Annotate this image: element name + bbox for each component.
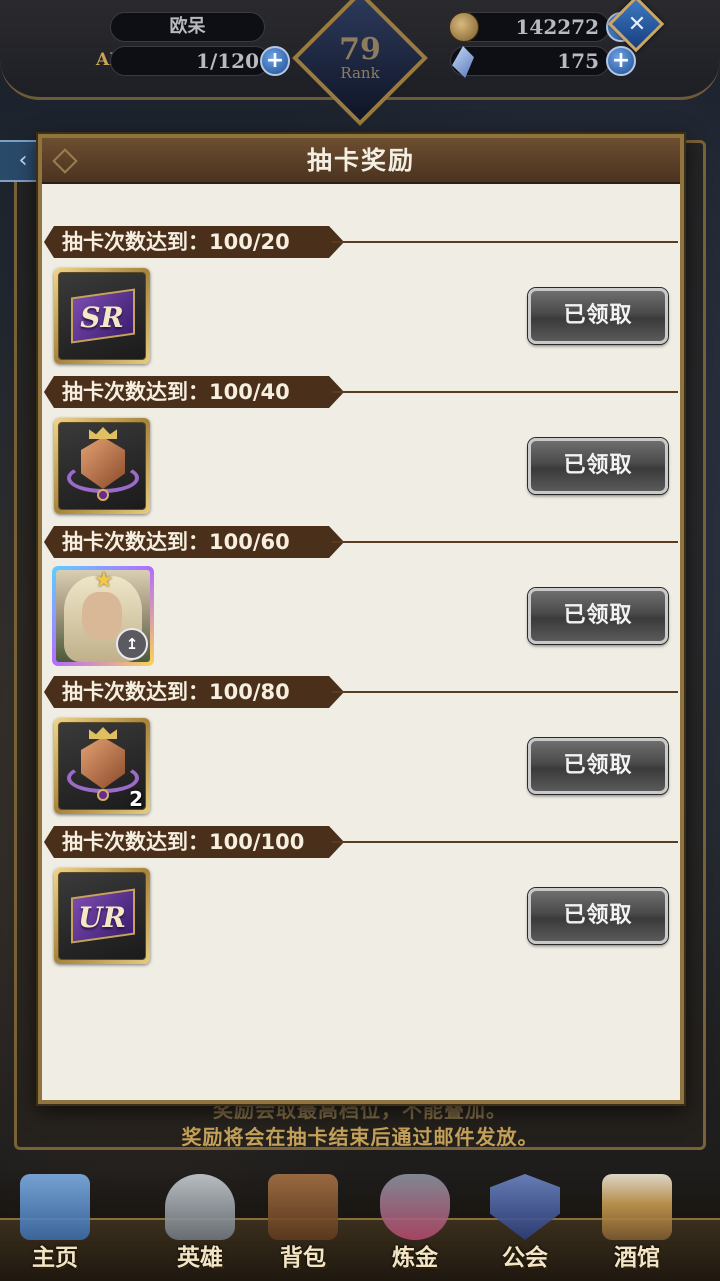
shield-icon [490,1174,560,1240]
claimed-button[interactable]: 已领取 [528,588,668,644]
reward-threshold-label: 抽卡次数达到：100/100 [44,826,344,858]
reward-item-slot[interactable] [54,418,150,514]
rank-value: 79 [339,32,381,67]
star-icon: ★ [94,570,114,593]
add-ap-button[interactable]: + [260,46,290,76]
claimed-button[interactable]: 已领取 [528,738,668,794]
crest-icon: 2 [58,722,146,810]
nav-item-heroes[interactable]: 英雄 [145,1168,255,1281]
item-quantity: 2 [129,787,143,810]
nav-item-home[interactable]: 主页 [0,1168,110,1281]
ap-counter: 1/120 [110,46,270,76]
helmet-icon [165,1174,235,1240]
ur-ticket-label: UR [78,901,126,934]
archer-class-icon: ↥ [116,628,148,660]
nav-label: 炼金 [392,1245,438,1271]
beer-icon [602,1174,672,1240]
reward-row: 抽卡次数达到：100/40 已领取 [42,376,680,526]
add-gem-button[interactable]: + [606,46,636,76]
nav-label: 背包 [280,1245,326,1271]
player-name: 欧呆 [110,12,265,42]
nav-label: 酒馆 [614,1245,660,1271]
nav-label: 公会 [502,1245,548,1271]
sr-ticket-label: SR [80,301,124,334]
claimed-button[interactable]: 已领取 [528,438,668,494]
reward-threshold-label: 抽卡次数达到：100/20 [44,226,344,258]
reward-item-slot[interactable]: UR [54,868,150,964]
hero-portrait: ★ ↥ [56,570,150,662]
crest-icon [58,422,146,510]
reward-item-slot[interactable]: SR [54,268,150,364]
reward-threshold-label: 抽卡次数达到：100/40 [44,376,344,408]
reward-item-slot[interactable]: ★ ↥ [52,566,154,666]
claimed-button[interactable]: 已领取 [528,288,668,344]
gacha-reward-dialog: 抽卡奖励 抽卡次数达到：100/20 SR 已领取 抽卡次数达到：100/40 … [38,134,684,1104]
reward-row: 抽卡次数达到：100/100 UR 已领取 [42,826,680,976]
reward-item-slot[interactable]: 2 [54,718,150,814]
nav-item-guild[interactable]: 公会 [470,1168,580,1281]
nav-label: 主页 [32,1245,78,1271]
reward-threshold-label: 抽卡次数达到：100/60 [44,526,344,558]
gem-counter: 175 [450,46,610,76]
gold-coin-icon [449,12,479,42]
divider [332,391,678,393]
reward-threshold-label: 抽卡次数达到：100/80 [44,676,344,708]
reward-row: 抽卡次数达到：100/60 ★ ↥ 已领取 [42,526,680,676]
reward-notice-line-2: 奖励将会在抽卡结束后通过邮件发放。 [181,1125,539,1149]
nav-item-tavern[interactable]: 酒馆 [582,1168,692,1281]
nav-item-alchemy[interactable]: 炼金 [360,1168,470,1281]
divider [332,841,678,843]
dialog-header: 抽卡奖励 [42,138,680,184]
divider [332,541,678,543]
rank-label: Rank [340,64,380,82]
reward-row: 抽卡次数达到：100/20 SR 已领取 [42,226,680,376]
dialog-title: 抽卡奖励 [306,146,415,175]
reward-row: 抽卡次数达到：100/80 2 已领取 [42,676,680,826]
divider [332,691,678,693]
castle-icon [20,1174,90,1240]
backpack-icon [268,1174,338,1240]
divider [332,241,678,243]
close-icon[interactable]: ✕ [620,6,654,44]
nav-item-bag[interactable]: 背包 [248,1168,358,1281]
claimed-button[interactable]: 已领取 [528,888,668,944]
nav-label: 英雄 [177,1245,223,1271]
potion-icon [380,1174,450,1240]
